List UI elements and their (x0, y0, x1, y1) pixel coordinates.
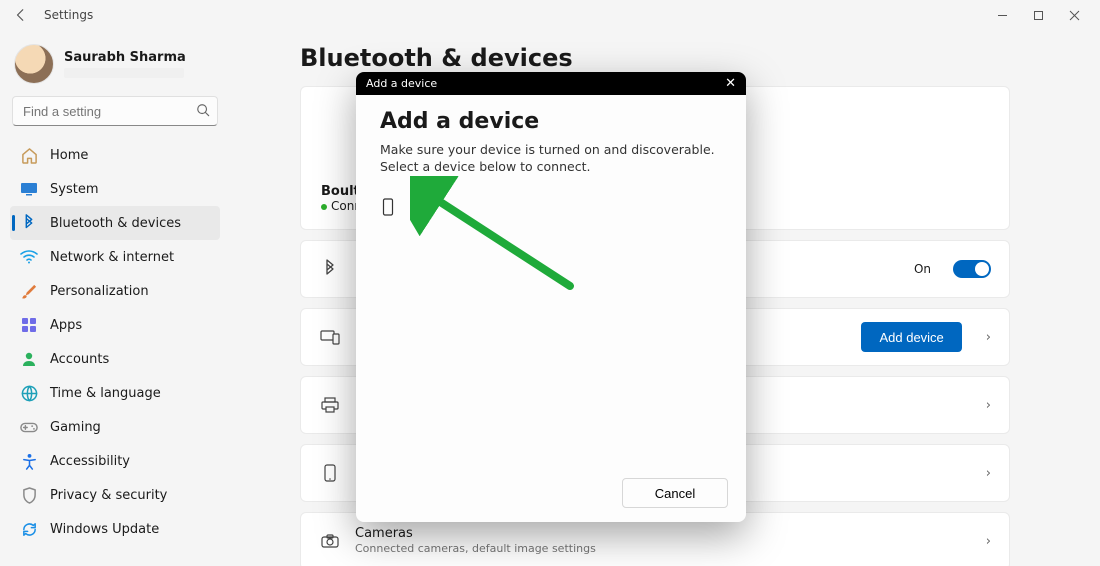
bluetooth-toggle[interactable] (953, 260, 991, 278)
profile-block[interactable]: Saurabh Sharma (10, 38, 220, 94)
bluetooth-icon (319, 259, 341, 279)
globe-icon (20, 385, 38, 402)
devices-icon (319, 329, 341, 345)
sidebar-item-accounts[interactable]: Accounts (10, 342, 220, 376)
bluetooth-icon (20, 214, 38, 232)
phone-icon (319, 464, 341, 482)
apps-icon (20, 317, 38, 333)
back-button[interactable] (8, 2, 34, 28)
status-dot-icon (321, 204, 327, 210)
add-device-dialog: Add a device ✕ Add a device Make sure yo… (356, 72, 746, 522)
sidebar-item-update[interactable]: Windows Update (10, 512, 220, 546)
sidebar-item-label: Home (50, 148, 88, 163)
wifi-icon (20, 250, 38, 264)
search-input[interactable] (12, 96, 218, 126)
sidebar-item-personalization[interactable]: Personalization (10, 274, 220, 308)
access-icon (20, 453, 38, 470)
dialog-titlebar: Add a device ✕ (356, 72, 746, 95)
phone-icon (382, 198, 394, 216)
sidebar: Saurabh Sharma Home System Bluetooth & dev… (0, 30, 230, 566)
dialog-close-button[interactable]: ✕ (725, 76, 736, 91)
person-icon (20, 351, 38, 367)
sidebar-item-label: Gaming (50, 420, 101, 435)
chevron-right-icon: › (986, 330, 991, 345)
update-icon (20, 521, 38, 538)
sidebar-item-label: Time & language (50, 386, 161, 401)
sidebar-item-label: Accounts (50, 352, 109, 367)
dialog-titlebar-text: Add a device (366, 77, 437, 90)
maximize-icon (1033, 10, 1044, 21)
sidebar-item-privacy[interactable]: Privacy & security (10, 478, 220, 512)
chevron-right-icon: › (986, 398, 991, 413)
printer-icon (319, 397, 341, 413)
sidebar-item-system[interactable]: System (10, 172, 220, 206)
sidebar-item-label: Bluetooth & devices (50, 216, 181, 231)
page-title: Bluetooth & devices (300, 44, 1010, 72)
dialog-description: Make sure your device is turned on and d… (380, 142, 722, 176)
avatar (14, 44, 54, 84)
sidebar-item-bluetooth[interactable]: Bluetooth & devices (10, 206, 220, 240)
sidebar-item-label: Personalization (50, 284, 149, 299)
sidebar-item-label: Privacy & security (50, 488, 167, 503)
cancel-button[interactable]: Cancel (622, 478, 728, 508)
brush-icon (20, 283, 38, 300)
sidebar-item-apps[interactable]: Apps (10, 308, 220, 342)
system-icon (20, 182, 38, 196)
sidebar-item-gaming[interactable]: Gaming (10, 410, 220, 444)
add-device-button[interactable]: Add device (861, 322, 961, 352)
title-bar: Settings (0, 0, 1100, 30)
maximize-button[interactable] (1020, 2, 1056, 28)
shield-icon (20, 487, 38, 504)
sidebar-item-time[interactable]: Time & language (10, 376, 220, 410)
dialog-title: Add a device (380, 109, 722, 134)
sidebar-item-accessibility[interactable]: Accessibility (10, 444, 220, 478)
arrow-left-icon (14, 8, 28, 22)
gamepad-icon (20, 421, 38, 434)
close-window-button[interactable] (1056, 2, 1092, 28)
sidebar-item-network[interactable]: Network & internet (10, 240, 220, 274)
profile-email-placeholder (64, 68, 184, 78)
sidebar-item-label: Windows Update (50, 522, 159, 537)
discovered-device-item[interactable]: B13 (380, 190, 722, 224)
sidebar-item-home[interactable]: Home (10, 138, 220, 172)
bluetooth-state-label: On (914, 262, 931, 276)
profile-name: Saurabh Sharma (64, 50, 186, 66)
sidebar-item-label: Accessibility (50, 454, 130, 469)
minimize-icon (997, 10, 1008, 21)
close-icon (1069, 10, 1080, 21)
window-title: Settings (44, 8, 93, 22)
chevron-right-icon: › (986, 534, 991, 549)
sidebar-item-label: Apps (50, 318, 82, 333)
device-name: B13 (410, 199, 435, 214)
search-box[interactable] (12, 96, 218, 126)
home-icon (20, 147, 38, 164)
chevron-right-icon: › (986, 466, 991, 481)
minimize-button[interactable] (984, 2, 1020, 28)
camera-icon (319, 534, 341, 548)
sidebar-item-label: Network & internet (50, 250, 174, 265)
search-icon (196, 103, 210, 117)
sidebar-item-label: System (50, 182, 98, 197)
